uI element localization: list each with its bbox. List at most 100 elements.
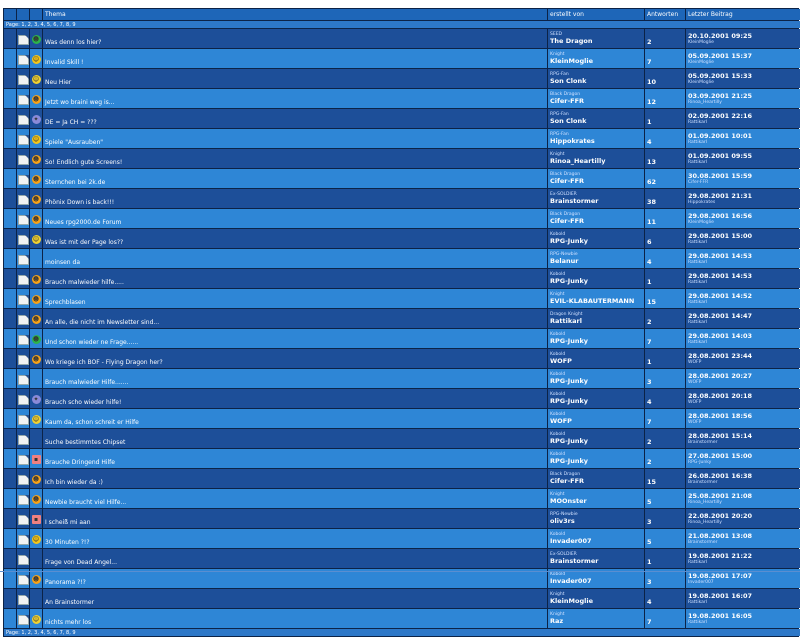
last-post-user[interactable]: Rattikarl [688, 120, 798, 125]
topic-title-cell[interactable]: Phönix Down is back!!! [43, 189, 547, 208]
page-link-6[interactable]: 6 [53, 630, 56, 636]
topic-row[interactable]: ☻ Phönix Down is back!!! Ex-SOLDIER Brainst… [4, 189, 800, 208]
topic-title-cell[interactable]: Neu Hier [43, 69, 547, 88]
last-post-date[interactable]: 28.08.2001 23:44 [688, 352, 798, 360]
last-post-date[interactable]: 05.09.2001 15:37 [688, 52, 798, 60]
last-post-user[interactable]: Brainstormer [688, 480, 798, 485]
topic-title[interactable]: Frage von Dead Angel... [45, 559, 117, 566]
author-name[interactable]: Brainstormer [550, 197, 642, 205]
last-post-date[interactable]: 28.08.2001 20:27 [688, 372, 798, 380]
author-name[interactable]: Son Clonk [550, 117, 642, 125]
topic-title-cell[interactable]: Brauche Dringend Hilfe [43, 449, 547, 468]
author-name[interactable]: Cifer-FFR [550, 477, 642, 485]
topic-title-cell[interactable]: Brauch scho wieder hilfe! [43, 389, 547, 408]
topic-title-cell[interactable]: Brauch malwieder hilfe..... [43, 269, 547, 288]
last-post-user[interactable]: Brainstormer [688, 440, 798, 445]
topic-row[interactable]: ☻ Und schon wieder ne Frage...... Kobold RP… [4, 329, 800, 348]
topic-title[interactable]: Phönix Down is back!!! [45, 199, 114, 206]
topic-row[interactable]: ☺ Was ist mit der Page los?? Kobold RPG-Jun… [4, 229, 800, 248]
topic-title[interactable]: Und schon wieder ne Frage...... [45, 339, 138, 346]
topic-row[interactable]: Suche bestimmtes Chipset Kobold RPG-Junky 2… [4, 429, 800, 448]
last-post-date[interactable]: 27.08.2001 15:00 [688, 452, 798, 460]
topic-title[interactable]: Panorama ?!? [45, 579, 86, 586]
last-post-date[interactable]: 29.08.2001 14:47 [688, 312, 798, 320]
topic-title-cell[interactable]: Wo kriege ich BOF - Flying Dragon her? [43, 349, 547, 368]
topic-row[interactable]: An Brainstormer Knight KleinMoglie 4 19.08.2… [4, 589, 800, 608]
author-name[interactable]: The Dragon [550, 37, 642, 45]
author-name[interactable]: Cifer-FFR [550, 97, 642, 105]
topic-title[interactable]: Ich bin wieder da :) [45, 479, 103, 486]
topic-title[interactable]: Brauch scho wieder hilfe! [45, 399, 121, 406]
topic-title-cell[interactable]: Suche bestimmtes Chipset [43, 429, 547, 448]
topic-title-cell[interactable]: 30 Minuten ?!? [43, 529, 547, 548]
last-post-user[interactable]: Rattikarl [688, 340, 798, 345]
last-post-date[interactable]: 19.08.2001 16:07 [688, 592, 798, 600]
last-post-user[interactable]: Rattikarl [688, 300, 798, 305]
page-link-5[interactable]: 5 [47, 630, 50, 636]
last-post-user[interactable]: WOFP [688, 380, 798, 385]
author-name[interactable]: KleinMoglie [550, 597, 642, 605]
last-post-date[interactable]: 28.08.2001 18:56 [688, 412, 798, 420]
page-link-2[interactable]: 2 [28, 630, 31, 636]
topic-title[interactable]: Brauch malwieder Hilfe....... [45, 379, 128, 386]
last-post-date[interactable]: 21.08.2001 13:08 [688, 532, 798, 540]
author-name[interactable]: RPG-Junky [550, 337, 642, 345]
page-link-9[interactable]: 9 [72, 630, 75, 636]
topic-title[interactable]: moinsen da [45, 259, 80, 266]
topic-title-cell[interactable]: DE = Ja CH = ??? [43, 109, 547, 128]
author-name[interactable]: Hippokrates [550, 137, 642, 145]
topic-title[interactable]: So! Endlich gute Screens! [45, 159, 122, 166]
topic-title-cell[interactable]: Sternchen bei 2k.de [43, 169, 547, 188]
topic-title-cell[interactable]: moinsen da [43, 249, 547, 268]
author-name[interactable]: RPG-Junky [550, 457, 642, 465]
topic-title[interactable]: DE = Ja CH = ??? [45, 119, 97, 126]
last-post-user[interactable]: KleinMoglie [688, 40, 798, 45]
last-post-date[interactable]: 29.08.2001 14:52 [688, 292, 798, 300]
last-post-user[interactable]: KleinMoglie [688, 80, 798, 85]
topic-title-cell[interactable]: Was denn los hier? [43, 29, 547, 48]
page-link-2[interactable]: 2 [28, 22, 31, 28]
last-post-user[interactable]: Rattikarl [688, 280, 798, 285]
topic-row[interactable]: ✦ DE = Ja CH = ??? RPG-Fan Son Clonk 1 02.09.… [4, 109, 800, 128]
last-post-date[interactable]: 29.08.2001 14:03 [688, 332, 798, 340]
last-post-date[interactable]: 29.08.2001 16:56 [688, 212, 798, 220]
topic-title[interactable]: Neues rpg2000.de Forum [45, 219, 121, 226]
topic-row[interactable]: ▪ Brauche Dringend Hilfe Kobold RPG-Junky 2 2… [4, 449, 800, 468]
topic-title-cell[interactable]: Invalid Skill ! [43, 49, 547, 68]
topic-title[interactable]: nichts mehr los [45, 619, 91, 626]
topic-title[interactable]: Newbie braucht viel Hilfe... [45, 499, 126, 506]
last-post-user[interactable]: Cifer-FFR [688, 180, 798, 185]
last-post-user[interactable]: Rattikarl [688, 160, 798, 165]
last-post-user[interactable]: Rinoa_Heartilly [688, 500, 798, 505]
topic-title[interactable]: Was ist mit der Page los?? [45, 239, 123, 246]
page-link-8[interactable]: 8 [66, 22, 69, 28]
topic-row[interactable]: ☺ Spiele "Ausrauben" RPG-Fan Hippokrates 4 01… [4, 129, 800, 148]
topic-row[interactable]: ☻ Newbie braucht viel Hilfe... Knight MOOns… [4, 489, 800, 508]
last-post-date[interactable]: 28.08.2001 20:18 [688, 392, 798, 400]
page-link-1[interactable]: 1 [21, 630, 24, 636]
topic-row[interactable]: Frage von Dead Angel... Ex-SOLDIER Brainst… [4, 549, 800, 568]
topic-title-cell[interactable]: nichts mehr los [43, 609, 547, 628]
topic-title-cell[interactable]: An alle, die nicht im Newsletter sind... [43, 309, 547, 328]
page-link-7[interactable]: 7 [60, 630, 63, 636]
topic-title[interactable]: Invalid Skill ! [45, 59, 83, 66]
topic-row[interactable]: ☺ 30 Minuten ?!? Kobold Invader007 5 21.08.20… [4, 529, 800, 548]
last-post-user[interactable]: Rattikarl [688, 140, 798, 145]
last-post-date[interactable]: 30.08.2001 15:59 [688, 172, 798, 180]
last-post-date[interactable]: 22.08.2001 20:20 [688, 512, 798, 520]
topic-title-cell[interactable]: Sprechblasen [43, 289, 547, 308]
last-post-user[interactable]: WOFP [688, 420, 798, 425]
topic-title[interactable]: Brauche Dringend Hilfe [45, 459, 115, 466]
author-name[interactable]: RPG-Junky [550, 377, 642, 385]
last-post-date[interactable]: 29.08.2001 14:53 [688, 272, 798, 280]
last-post-date[interactable]: 19.08.2001 16:05 [688, 612, 798, 620]
author-name[interactable]: oliv3rs [550, 517, 642, 525]
page-link-7[interactable]: 7 [60, 22, 63, 28]
topic-title[interactable]: Suche bestimmtes Chipset [45, 439, 125, 446]
topic-row[interactable]: ✦ Brauch scho wieder hilfe! Kobold RPG-Junk… [4, 389, 800, 408]
page-link-5[interactable]: 5 [47, 22, 50, 28]
topic-title-cell[interactable]: Newbie braucht viel Hilfe... [43, 489, 547, 508]
last-post-date[interactable]: 03.09.2001 21:25 [688, 92, 798, 100]
topic-title-cell[interactable]: So! Endlich gute Screens! [43, 149, 547, 168]
topic-title[interactable]: Kaum da, schon schreit er Hilfe [45, 419, 139, 426]
